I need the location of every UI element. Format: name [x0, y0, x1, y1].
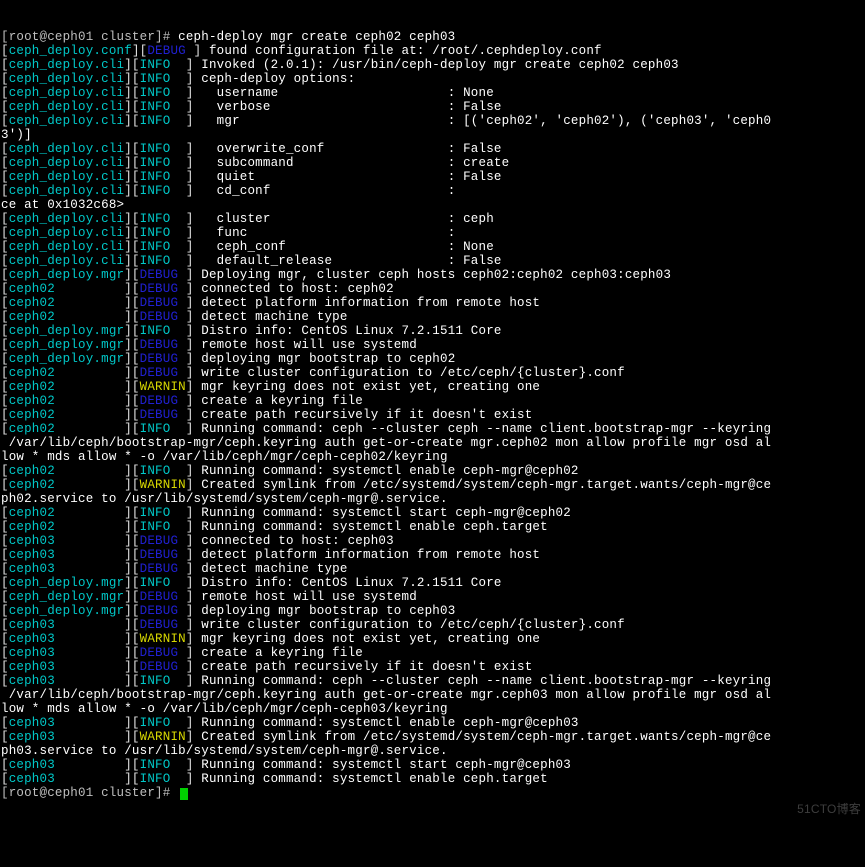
- log-line-wrap: /var/lib/ceph/bootstrap-mgr/ceph.keyring…: [1, 436, 864, 450]
- log-line-wrap: ph03.service to /usr/lib/systemd/system/…: [1, 744, 864, 758]
- log-line: [ceph02 ][INFO ] Running command: system…: [1, 520, 864, 534]
- log-line: [ceph02 ][DEBUG ] connected to host: cep…: [1, 282, 864, 296]
- log-line: [ceph_deploy.mgr][DEBUG ] remote host wi…: [1, 338, 864, 352]
- log-line: [ceph_deploy.cli][INFO ] func :: [1, 226, 864, 240]
- log-line: [ceph_deploy.cli][INFO ] overwrite_conf …: [1, 142, 864, 156]
- log-line: [ceph_deploy.mgr][DEBUG ] remote host wi…: [1, 590, 864, 604]
- log-line: [ceph_deploy.mgr][DEBUG ] Deploying mgr,…: [1, 268, 864, 282]
- terminal-output[interactable]: [root@ceph01 cluster]# ceph-deploy mgr c…: [0, 0, 865, 830]
- log-line: [ceph_deploy.cli][INFO ] quiet : False: [1, 170, 864, 184]
- log-line: [ceph_deploy.cli][INFO ] mgr : [('ceph02…: [1, 114, 864, 128]
- log-line: [ceph03 ][WARNIN] mgr keyring does not e…: [1, 632, 864, 646]
- cursor-icon: [180, 788, 188, 800]
- log-line: [ceph_deploy.cli][INFO ] subcommand : cr…: [1, 156, 864, 170]
- log-line: [ceph_deploy.conf][DEBUG ] found configu…: [1, 44, 864, 58]
- shell-prompt-end[interactable]: [root@ceph01 cluster]#: [1, 786, 864, 800]
- log-line: [ceph03 ][INFO ] Running command: system…: [1, 758, 864, 772]
- log-line: [ceph_deploy.cli][INFO ] ceph-deploy opt…: [1, 72, 864, 86]
- log-line: [ceph_deploy.mgr][INFO ] Distro info: Ce…: [1, 324, 864, 338]
- log-line: [ceph03 ][INFO ] Running command: ceph -…: [1, 674, 864, 688]
- log-line: [ceph_deploy.cli][INFO ] cd_conf : ce at…: [1, 184, 864, 800]
- shell-prompt[interactable]: [root@ceph01 cluster]# ceph-deploy mgr c…: [1, 30, 864, 44]
- log-line: [ceph03 ][INFO ] Running command: system…: [1, 772, 864, 786]
- log-line: [ceph_deploy.cli][INFO ] verbose : False: [1, 100, 864, 114]
- log-line: [ceph_deploy.mgr][DEBUG ] deploying mgr …: [1, 604, 864, 618]
- log-line-wrap: low * mds allow * -o /var/lib/ceph/mgr/c…: [1, 702, 864, 716]
- log-line: [ceph_deploy.cli][INFO ] cluster : ceph: [1, 212, 864, 226]
- log-line: [ceph_deploy.mgr][DEBUG ] deploying mgr …: [1, 352, 864, 366]
- log-line-wrap: /var/lib/ceph/bootstrap-mgr/ceph.keyring…: [1, 688, 864, 702]
- log-line: [ceph_deploy.mgr][INFO ] Distro info: Ce…: [1, 576, 864, 590]
- log-line: [ceph03 ][DEBUG ] create a keyring file: [1, 646, 864, 660]
- log-line: [ceph03 ][DEBUG ] create path recursivel…: [1, 660, 864, 674]
- log-line: [ceph03 ][DEBUG ] detect platform inform…: [1, 548, 864, 562]
- log-line: [ceph_deploy.cli][INFO ] Invoked (2.0.1)…: [1, 58, 864, 72]
- log-line-wrap: 3')]: [1, 128, 864, 142]
- log-line: [ceph02 ][DEBUG ] create a keyring file: [1, 394, 864, 408]
- log-line: [ceph02 ][WARNIN] Created symlink from /…: [1, 478, 864, 492]
- log-line: [ceph02 ][INFO ] Running command: system…: [1, 506, 864, 520]
- log-line: [ceph_deploy.cli][INFO ] default_release…: [1, 254, 864, 268]
- log-line: [ceph03 ][DEBUG ] connected to host: cep…: [1, 534, 864, 548]
- log-line: [ceph03 ][DEBUG ] write cluster configur…: [1, 618, 864, 632]
- log-line-wrap: ph02.service to /usr/lib/systemd/system/…: [1, 492, 864, 506]
- watermark: 51CTO博客: [797, 802, 861, 816]
- log-line-wrap: ce at 0x1032c68>: [1, 198, 864, 212]
- log-line: [ceph03 ][WARNIN] Created symlink from /…: [1, 730, 864, 744]
- log-line-wrap: low * mds allow * -o /var/lib/ceph/mgr/c…: [1, 450, 864, 464]
- log-line: [ceph_deploy.cli][INFO ] ceph_conf : Non…: [1, 240, 864, 254]
- log-line: [ceph02 ][DEBUG ] create path recursivel…: [1, 408, 864, 422]
- log-line: [ceph03 ][DEBUG ] detect machine type: [1, 562, 864, 576]
- log-line: [ceph02 ][INFO ] Running command: system…: [1, 464, 864, 478]
- log-line: [ceph_deploy.cli][INFO ] username : None: [1, 86, 864, 100]
- log-line: [ceph02 ][INFO ] Running command: ceph -…: [1, 422, 864, 436]
- log-line: [ceph02 ][DEBUG ] detect platform inform…: [1, 296, 864, 310]
- log-line: [ceph02 ][DEBUG ] write cluster configur…: [1, 366, 864, 380]
- log-line: [ceph02 ][DEBUG ] detect machine type: [1, 310, 864, 324]
- log-line: [ceph02 ][WARNIN] mgr keyring does not e…: [1, 380, 864, 394]
- log-line: [ceph03 ][INFO ] Running command: system…: [1, 716, 864, 730]
